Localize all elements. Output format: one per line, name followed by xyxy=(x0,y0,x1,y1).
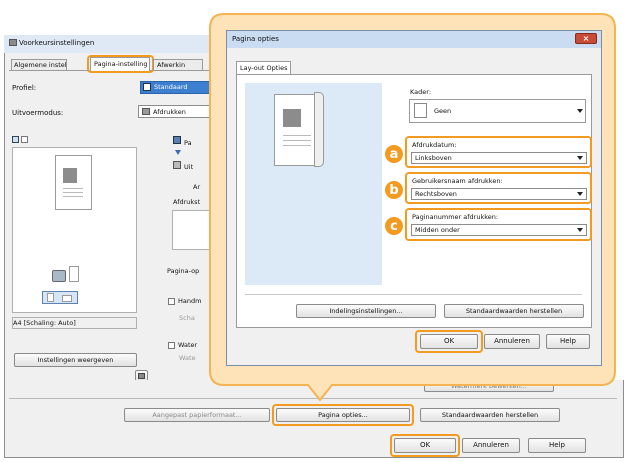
page-number-label: Paginanummer afdrukken: xyxy=(412,213,499,221)
frame-value: Geen xyxy=(434,107,452,115)
dialog-ok-highlight xyxy=(415,330,483,353)
tab-layout-options-label: Lay-out Opties xyxy=(240,64,288,72)
dialog-help-button[interactable]: Help xyxy=(546,334,590,349)
print-date-chevron-down-icon xyxy=(577,156,583,160)
frame-preview-icon xyxy=(414,103,427,118)
dialog-preview-page-curl xyxy=(314,92,324,167)
print-user-chevron-down-icon xyxy=(577,192,583,196)
dialog-title: Pagina opties xyxy=(232,35,279,43)
layout-settings-button[interactable]: Indelingsinstellingen... xyxy=(296,304,436,318)
badge-b: b xyxy=(384,180,404,200)
dialog-title-bar xyxy=(227,31,601,48)
dialog-preview-line xyxy=(283,135,311,136)
page-number-value: Midden onder xyxy=(415,225,460,234)
tab-layout-options[interactable]: Lay-out Opties xyxy=(236,61,291,75)
dialog-cancel-button[interactable]: Annuleren xyxy=(484,334,540,349)
frame-label: Kader: xyxy=(410,88,432,96)
print-user-label: Gebruikersnaam afdrukken: xyxy=(412,177,503,185)
close-icon: × xyxy=(582,33,590,43)
badge-a: a xyxy=(384,144,404,164)
badge-c: c xyxy=(384,216,404,236)
page-number-select[interactable]: Midden onder xyxy=(411,224,587,236)
print-date-select[interactable]: Linksboven xyxy=(411,152,587,164)
dialog-preview-line-3 xyxy=(283,145,311,146)
print-user-value: Rechtsboven xyxy=(415,189,457,198)
frame-chevron-down-icon xyxy=(577,109,583,113)
print-date-label: Afdrukdatum: xyxy=(412,141,457,149)
print-user-select[interactable]: Rechtsboven xyxy=(411,188,587,200)
print-date-value: Linksboven xyxy=(415,153,452,162)
page-number-chevron-down-icon xyxy=(577,228,583,232)
dialog-help-label: Help xyxy=(560,337,576,345)
dialog-preview-image xyxy=(283,109,301,127)
dialog-preview-line-2 xyxy=(283,140,311,141)
dialog-cancel-label: Annuleren xyxy=(494,337,530,345)
layout-settings-label: Indelingsinstellingen... xyxy=(329,306,403,315)
dialog-separator xyxy=(245,294,582,295)
dialog-restore-defaults-label: Standaardwaarden herstellen xyxy=(465,306,563,315)
close-button[interactable]: × xyxy=(575,33,597,44)
dialog-restore-defaults-button[interactable]: Standaardwaarden herstellen xyxy=(444,304,584,318)
